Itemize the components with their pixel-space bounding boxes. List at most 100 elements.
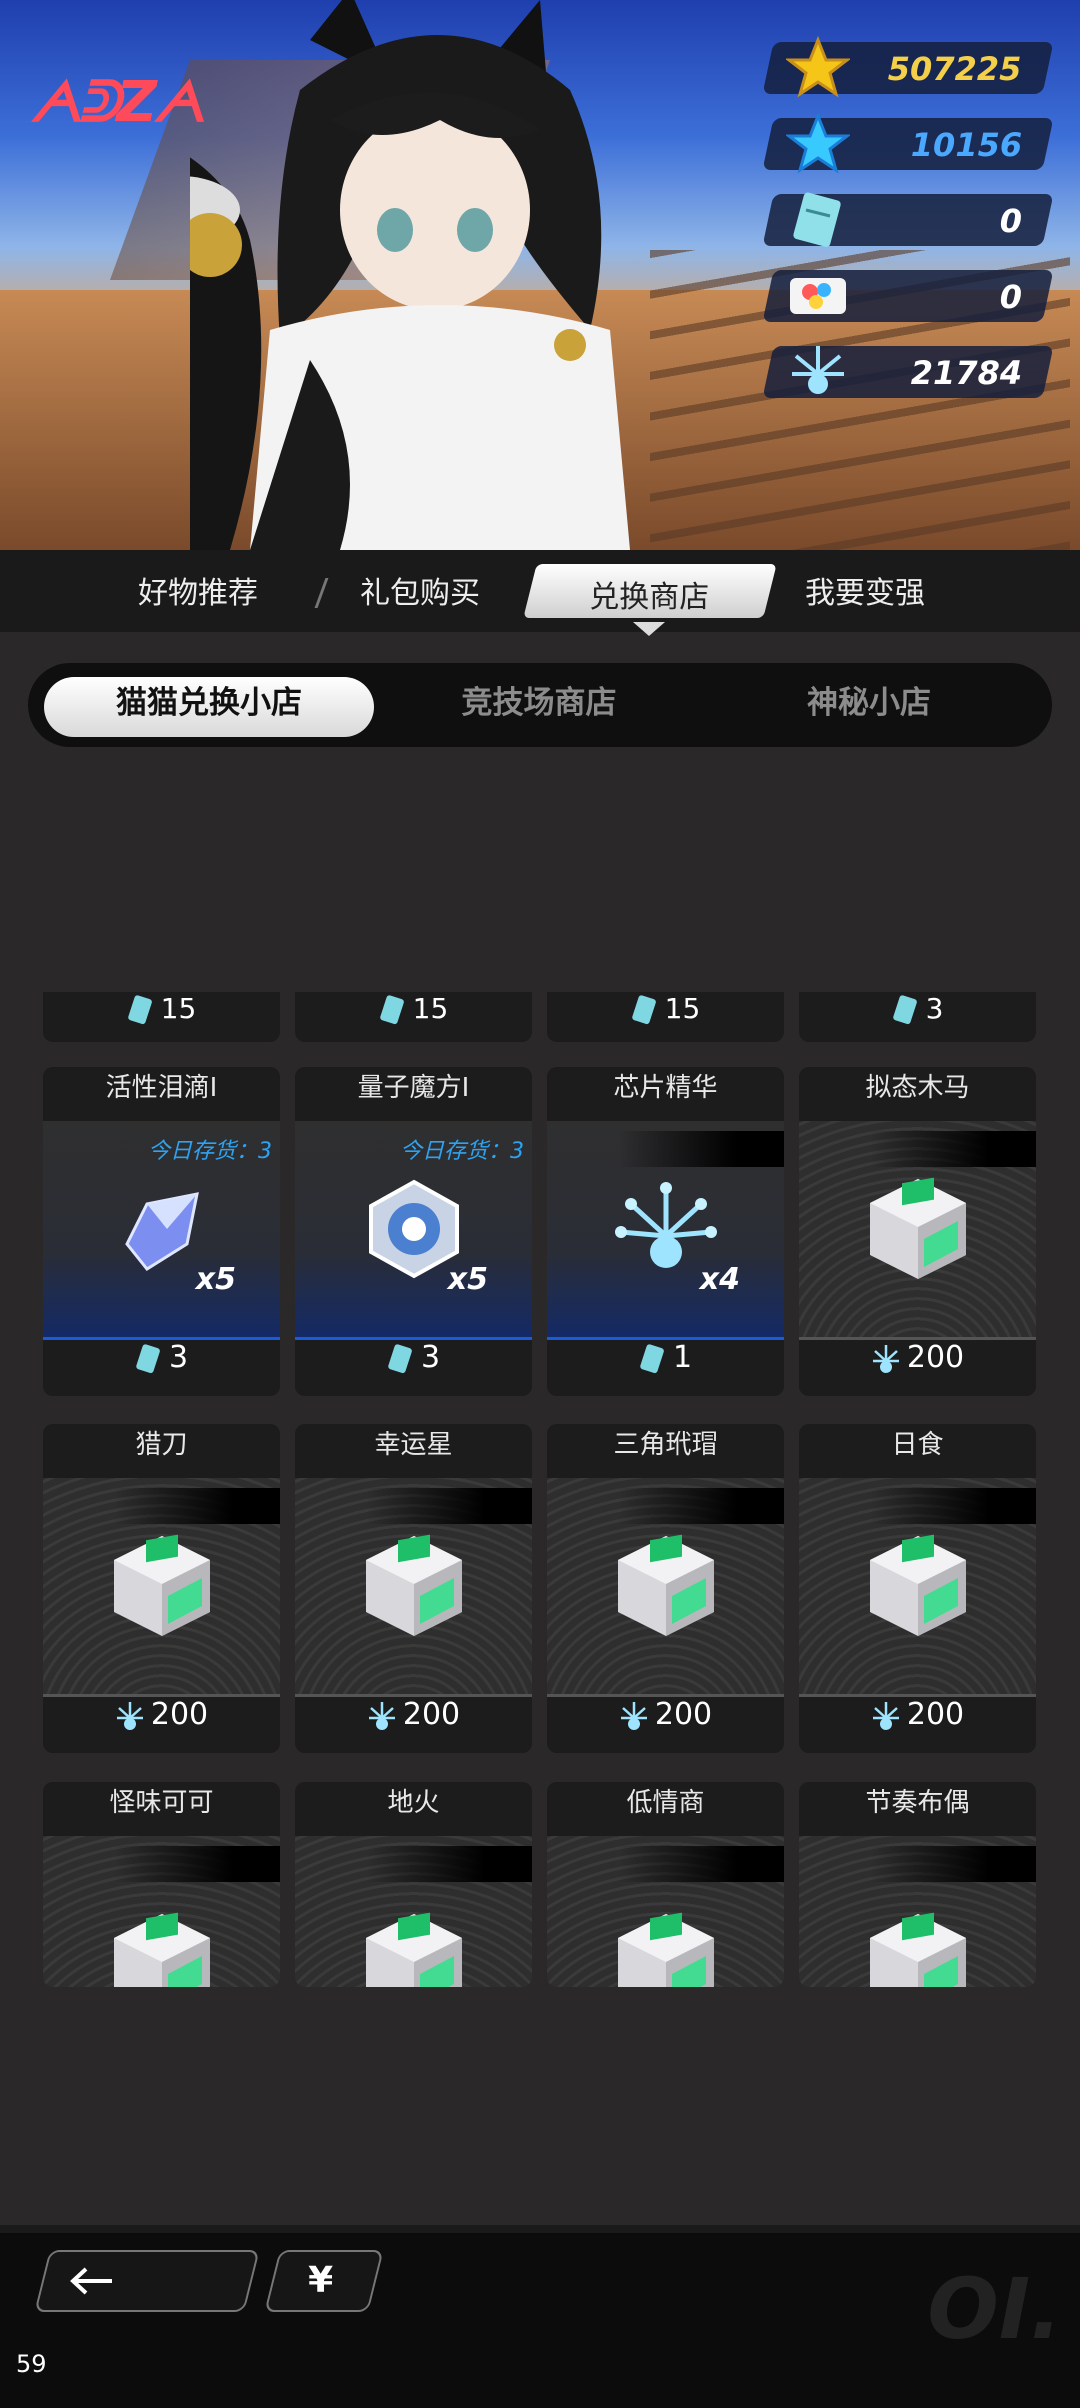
supply-crate-icon <box>113 1912 210 1987</box>
subtab-mystery-shop[interactable]: 神秘小店 <box>704 677 1034 737</box>
ticket-value: 0 <box>999 202 1022 240</box>
item-body <box>295 1478 532 1694</box>
item-banner-bar <box>547 1488 784 1524</box>
item-banner-bar <box>43 1846 280 1882</box>
supply-crate-icon <box>869 1912 966 1987</box>
price-value: 3 <box>925 992 944 1025</box>
subtab-arena-shop[interactable]: 竞技场商店 <box>374 677 704 737</box>
item-name: 怪味可可 <box>43 1782 280 1836</box>
currency-ticket[interactable]: 0 <box>762 192 1054 247</box>
item-name: 日食 <box>799 1424 1036 1478</box>
item-body <box>799 1478 1036 1694</box>
item-banner-bar <box>295 1846 532 1882</box>
currency-book[interactable]: 0 <box>762 270 1054 322</box>
item-name: 活性泪滴I <box>43 1067 280 1121</box>
supply-crate-icon <box>869 1534 966 1636</box>
chip-essence-icon <box>368 1701 395 1730</box>
price-value: 200 <box>906 1697 965 1732</box>
shop-item-card[interactable]: 三角玳瑁 200 <box>547 1424 784 1753</box>
item-stock: 今日存货：3 <box>400 1139 524 1164</box>
item-quantity: x4 <box>699 1262 740 1297</box>
item-banner-bar <box>547 1846 784 1882</box>
item-price: 200 <box>799 1694 1036 1753</box>
item-stock: 今日存货：3 <box>148 1139 272 1164</box>
item-body <box>43 1836 280 1987</box>
item-banner-bar <box>547 1131 784 1167</box>
fps-counter: 59 <box>16 2350 47 2378</box>
shop-item-card[interactable]: 幸运星 200 <box>295 1424 532 1753</box>
item-body <box>43 1478 280 1694</box>
item-name: 猎刀 <box>43 1424 280 1478</box>
price-strip[interactable]: 15 <box>43 992 280 1042</box>
item-price: 3 <box>43 1337 280 1396</box>
shop-item-card[interactable]: 低情商 <box>547 1782 784 1987</box>
currency-gold[interactable]: 507225 <box>762 36 1054 98</box>
ticket-icon <box>127 995 152 1025</box>
ticket-icon <box>892 995 917 1025</box>
ticket-icon <box>379 995 404 1025</box>
currency-gem[interactable]: 10156 <box>762 112 1054 174</box>
item-body <box>547 1836 784 1987</box>
back-button[interactable] <box>34 2250 260 2312</box>
chip-essence-icon <box>872 1701 899 1730</box>
price-value: 1 <box>672 1340 693 1375</box>
price-strip[interactable]: 15 <box>547 992 784 1042</box>
shop-item-card[interactable]: 芯片精华 x4 1 <box>547 1067 784 1396</box>
item-name: 地火 <box>295 1782 532 1836</box>
shop-item-card[interactable]: 怪味可可 <box>43 1782 280 1987</box>
subtab-cat-exchange[interactable]: 猫猫兑换小店 <box>44 677 374 737</box>
item-banner-bar <box>43 1488 280 1524</box>
price-value: 15 <box>412 992 449 1025</box>
item-name: 幸运星 <box>295 1424 532 1478</box>
tab-gift-pack[interactable]: 礼包购买 <box>360 568 480 612</box>
item-quantity: x5 <box>195 1262 236 1297</box>
shop-item-card[interactable]: 量子魔方I 今日存货：3 x5 3 <box>295 1067 532 1396</box>
essence-value: 21784 <box>910 354 1022 392</box>
tab-exchange-shop[interactable]: 兑换商店 <box>523 564 777 618</box>
item-banner-bar <box>799 1131 1036 1167</box>
price-strip[interactable]: 3 <box>799 992 1036 1042</box>
item-banner-bar <box>799 1846 1036 1882</box>
price-strip[interactable]: 15 <box>295 992 532 1042</box>
back-arrow-icon <box>70 2267 112 2295</box>
ticket-icon <box>631 995 656 1025</box>
item-banner-bar <box>799 1488 1036 1524</box>
shop-item-card[interactable]: 拟态木马 200 <box>799 1067 1036 1396</box>
item-price: 3 <box>295 1337 532 1396</box>
item-body: 今日存货：3 x5 <box>295 1121 532 1337</box>
price-value: 200 <box>150 1697 209 1732</box>
ticket-icon <box>793 192 841 247</box>
shop-subtabs: 猫猫兑换小店 竞技场商店 神秘小店 <box>28 663 1052 747</box>
item-name: 三角玳瑁 <box>547 1424 784 1478</box>
item-body <box>547 1478 784 1694</box>
price-value: 3 <box>168 1340 189 1375</box>
currency-essence[interactable]: 21784 <box>762 346 1054 398</box>
ticket-icon <box>388 1343 412 1373</box>
cat-girl-character <box>190 0 630 550</box>
active-tab-caret-icon <box>633 622 665 636</box>
shop-item-card[interactable]: 日食 200 <box>799 1424 1036 1753</box>
blue-star-icon <box>786 112 850 174</box>
ticket-icon <box>136 1343 160 1373</box>
shop-item-card[interactable]: 地火 <box>295 1782 532 1987</box>
item-body: x4 <box>547 1121 784 1337</box>
shop-item-card[interactable]: 节奏布偶 <box>799 1782 1036 1987</box>
chip-essence-icon <box>116 1701 143 1730</box>
supply-crate-icon <box>365 1912 462 1987</box>
recharge-button[interactable]: ¥ <box>264 2250 384 2312</box>
shop-item-card[interactable]: 猎刀 200 <box>43 1424 280 1753</box>
corner-watermark: OI. <box>927 2260 1062 2358</box>
supply-crate-icon <box>113 1534 210 1636</box>
supply-crate-icon <box>869 1177 966 1279</box>
item-name: 芯片精华 <box>547 1067 784 1121</box>
tab-get-stronger[interactable]: 我要变强 <box>805 568 925 612</box>
price-value: 3 <box>420 1340 441 1375</box>
sticker-book-icon <box>790 278 846 314</box>
gold-value: 507225 <box>888 50 1022 88</box>
tab-recommend[interactable]: 好物推荐 <box>138 568 258 612</box>
supply-crate-icon <box>365 1534 462 1636</box>
supply-crate-icon <box>617 1912 714 1987</box>
chip-essence-icon <box>872 1344 899 1373</box>
item-body <box>799 1836 1036 1987</box>
shop-item-card[interactable]: 活性泪滴I 今日存货：3 x5 3 <box>43 1067 280 1396</box>
